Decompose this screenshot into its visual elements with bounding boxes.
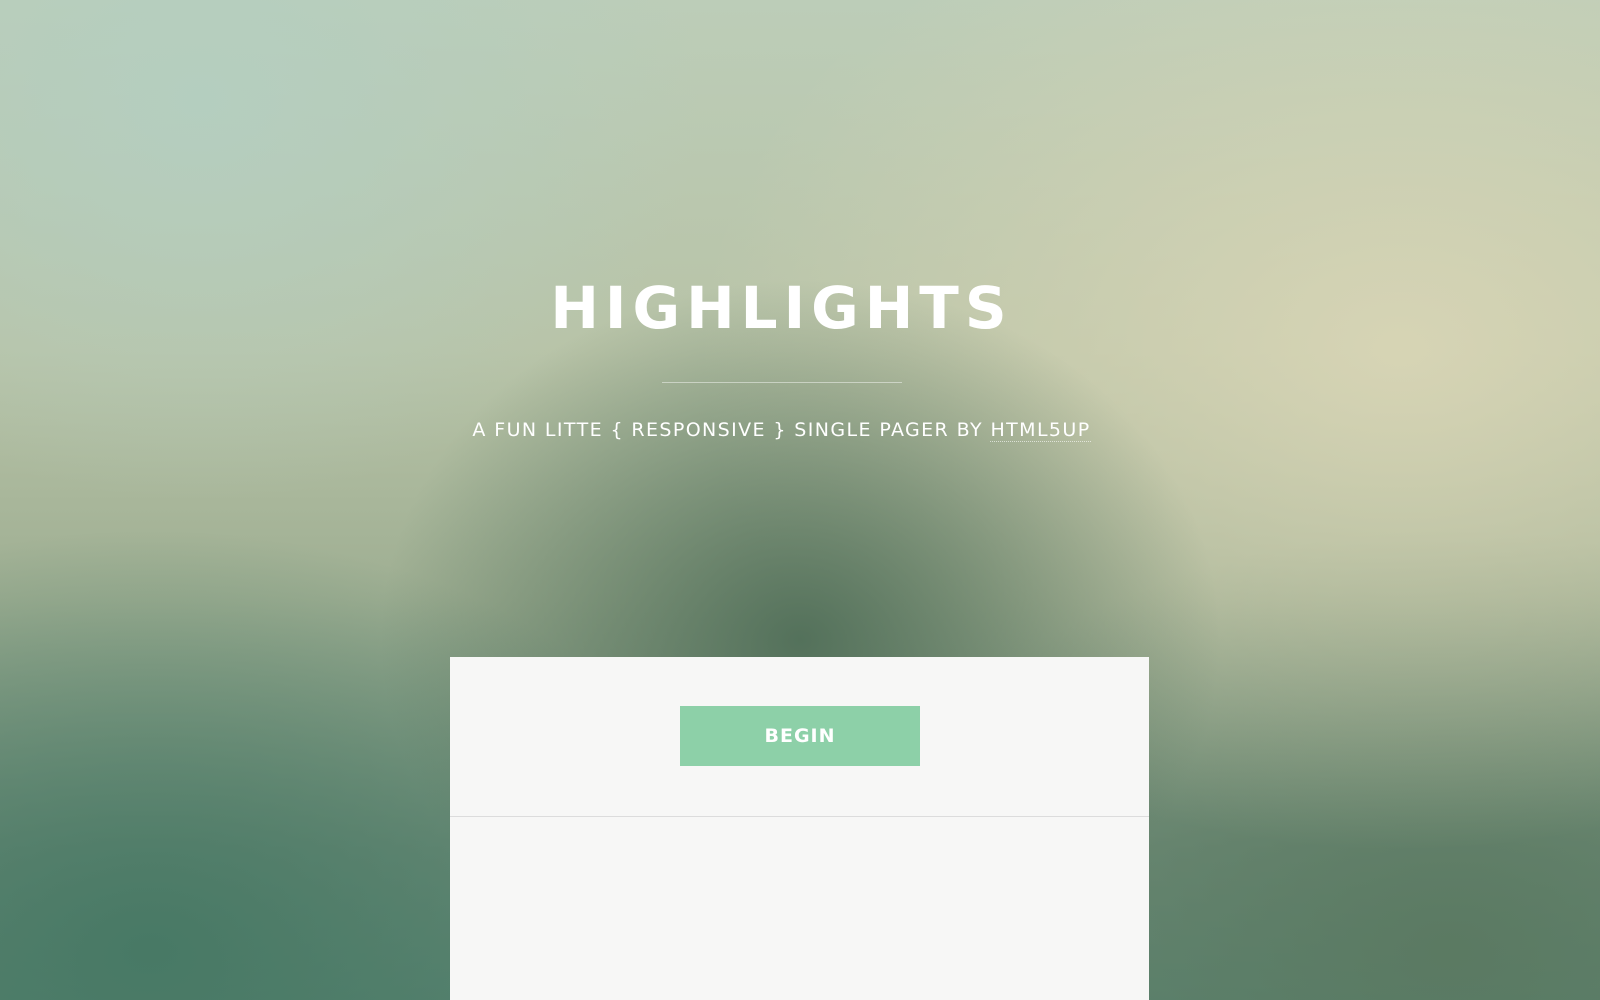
begin-button[interactable]: BEGIN — [680, 706, 920, 766]
title-divider — [662, 382, 902, 383]
page-title: HIGHLIGHTS — [550, 274, 1013, 342]
subtitle-text: A FUN LITTE { RESPONSIVE } SINGLE PAGER … — [472, 419, 991, 441]
html5up-link[interactable]: HTML5UP — [990, 419, 1091, 442]
content-panel: BEGIN — [450, 657, 1149, 1000]
page-subtitle: A FUN LITTE { RESPONSIVE } SINGLE PAGER … — [0, 416, 1563, 444]
panel-header: BEGIN — [450, 657, 1149, 817]
panel-body — [450, 817, 1149, 1000]
